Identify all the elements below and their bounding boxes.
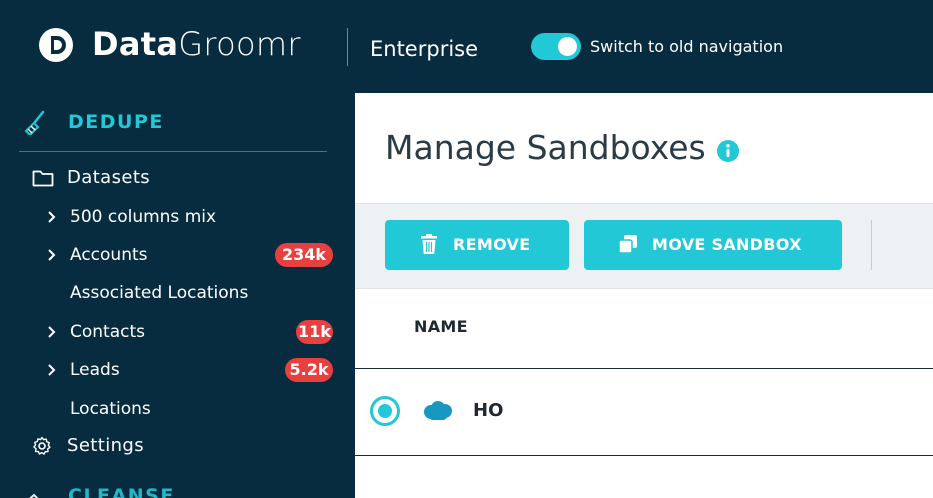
remove-button-label: REMOVE xyxy=(453,235,531,254)
sidebar-item-leads[interactable]: Leads 5.2k xyxy=(0,355,355,385)
gear-icon xyxy=(33,436,51,455)
top-bar: DataGroomr Enterprise Switch to old navi… xyxy=(0,0,933,93)
row-select-radio[interactable] xyxy=(370,396,400,426)
sidebar-section-title: CLEANSE xyxy=(68,485,175,498)
sidebar-section-dedupe[interactable]: DEDUPE xyxy=(22,109,164,135)
count-badge: 234k xyxy=(275,243,333,267)
brand-name[interactable]: DataGroomr xyxy=(92,23,301,65)
move-sandbox-button-label: MOVE SANDBOX xyxy=(652,235,802,254)
sidebar-item-contacts[interactable]: Contacts 11k xyxy=(0,317,355,347)
sidebar-item-associated-locations[interactable]: Associated Locations xyxy=(0,278,355,308)
sidebar-item-accounts[interactable]: Accounts 234k xyxy=(0,240,355,270)
radio-selected-dot xyxy=(378,404,392,418)
chevron-right-icon xyxy=(48,211,56,223)
remove-button[interactable]: REMOVE xyxy=(385,220,569,270)
sidebar-section-cleanse[interactable]: CLEANSE xyxy=(22,483,175,498)
sidebar-item-label: Leads xyxy=(70,360,120,380)
count-badge: 11k xyxy=(296,320,333,344)
sidebar-section-title: DEDUPE xyxy=(68,111,164,133)
count-badge: 5.2k xyxy=(285,358,333,382)
main-panel: Manage Sandboxes REMOVE MOVE SANDBOX NAM… xyxy=(355,93,933,498)
cleanse-icon xyxy=(29,493,39,498)
trash-icon xyxy=(421,234,437,254)
datagroomr-logo-icon[interactable] xyxy=(38,27,74,63)
page-header: Manage Sandboxes xyxy=(385,127,740,169)
sidebar-item-label: Associated Locations xyxy=(70,283,249,303)
page-title: Manage Sandboxes xyxy=(385,128,706,167)
section-divider xyxy=(19,151,327,152)
old-navigation-toggle[interactable] xyxy=(531,33,581,60)
copy-icon xyxy=(618,235,637,254)
sidebar-item-label: Locations xyxy=(70,399,151,419)
toolbar: REMOVE MOVE SANDBOX xyxy=(355,203,933,289)
chevron-right-icon xyxy=(48,326,56,338)
edition-label: Enterprise xyxy=(370,37,479,61)
chevron-right-icon xyxy=(48,364,56,376)
sidebar: DEDUPE Datasets 500 columns mix Accounts… xyxy=(0,93,355,498)
sidebar-item-label: Settings xyxy=(67,435,145,456)
table-header: NAME xyxy=(355,289,933,369)
sidebar-item-datasets[interactable]: Datasets xyxy=(0,163,355,193)
header-divider xyxy=(347,28,348,66)
toolbar-divider xyxy=(871,220,872,270)
sidebar-item-500-columns-mix[interactable]: 500 columns mix xyxy=(0,202,355,232)
sidebar-item-settings[interactable]: Settings xyxy=(0,431,355,461)
salesforce-cloud-icon xyxy=(424,401,452,420)
column-header-name[interactable]: NAME xyxy=(414,317,468,336)
chevron-right-icon xyxy=(48,249,56,261)
toggle-knob xyxy=(558,37,577,56)
table-row[interactable]: HO xyxy=(355,370,933,456)
info-icon[interactable] xyxy=(716,139,740,163)
sidebar-item-label: Accounts xyxy=(70,245,148,265)
sandbox-name: HO xyxy=(473,400,504,421)
move-sandbox-button[interactable]: MOVE SANDBOX xyxy=(584,220,842,270)
broom-icon xyxy=(24,110,45,135)
sidebar-item-label: 500 columns mix xyxy=(70,207,217,227)
sidebar-item-label: Datasets xyxy=(67,167,151,188)
folder-icon xyxy=(32,170,54,187)
sidebar-item-locations[interactable]: Locations xyxy=(0,394,355,424)
old-navigation-toggle-label: Switch to old navigation xyxy=(590,37,784,56)
sidebar-item-label: Contacts xyxy=(70,322,145,342)
